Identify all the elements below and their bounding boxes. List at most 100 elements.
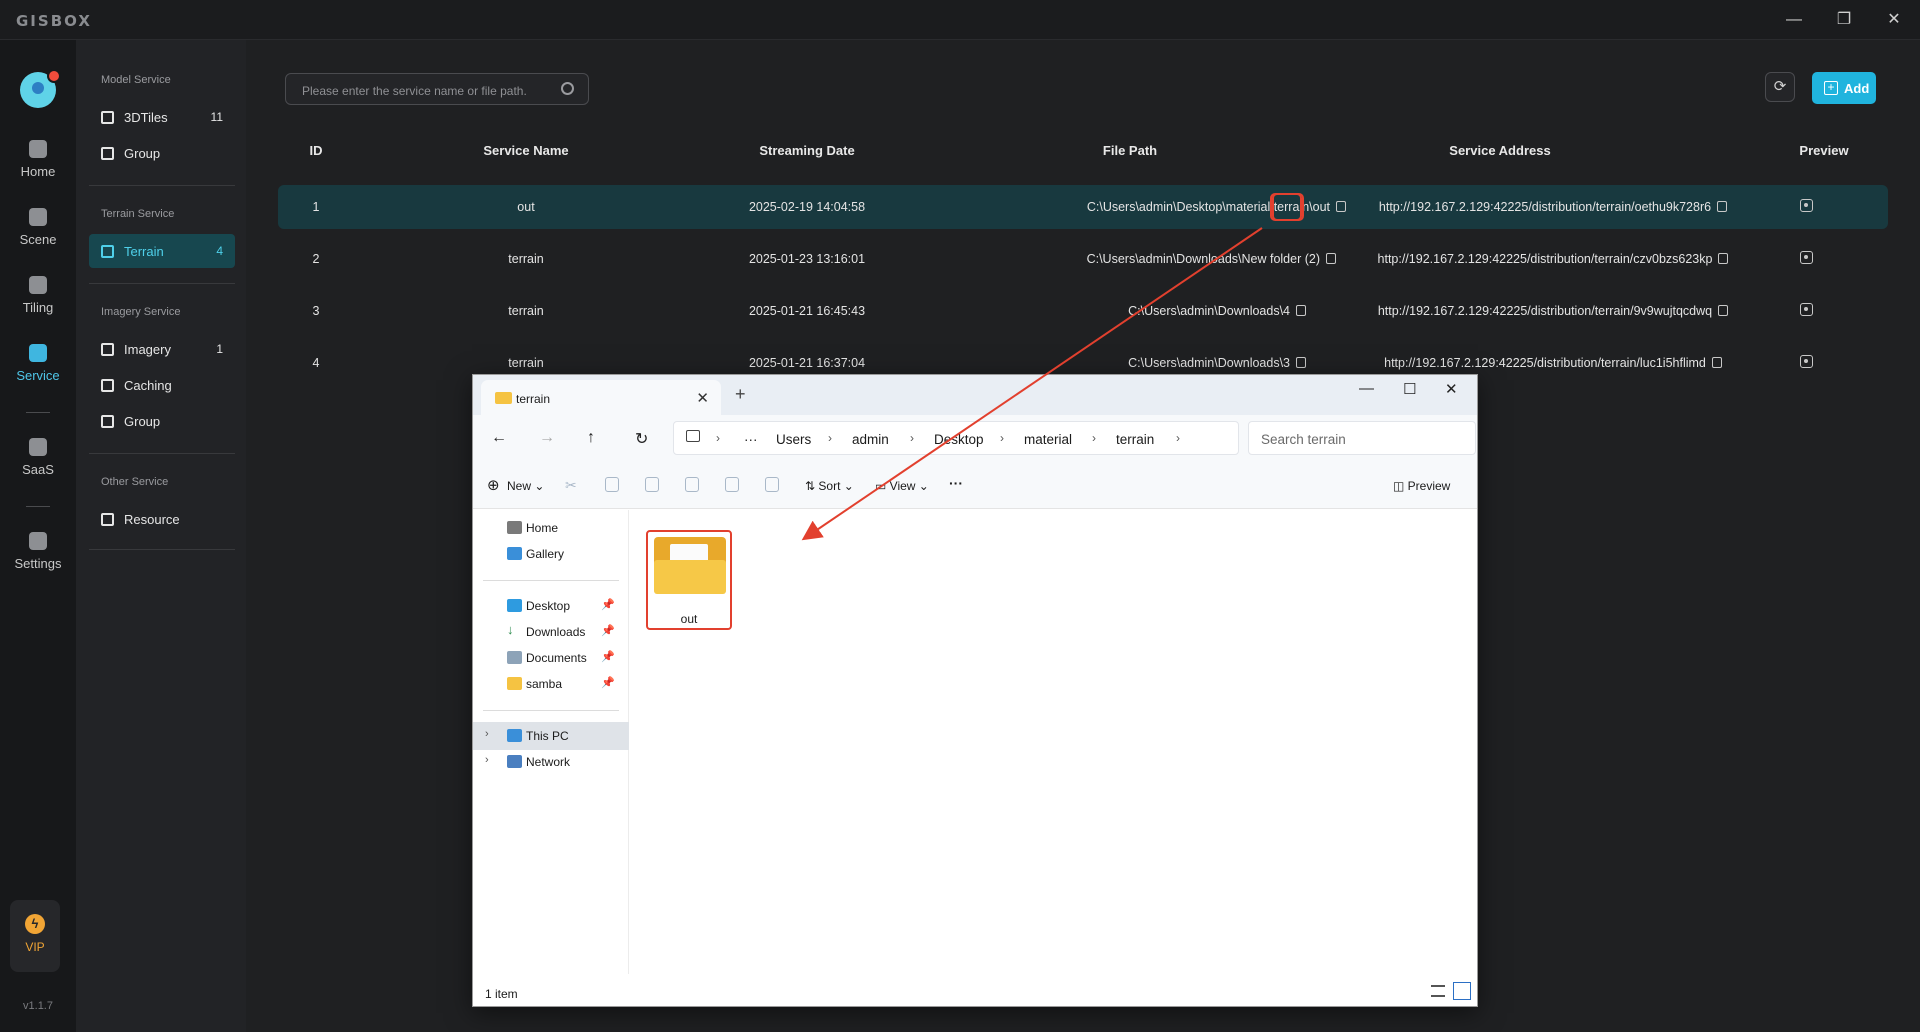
large-icons-view-icon[interactable] xyxy=(1453,982,1471,1000)
breadcrumb-item[interactable]: admin xyxy=(852,432,889,447)
delete-icon[interactable] xyxy=(765,477,779,492)
nav-item-network[interactable]: › Network xyxy=(473,748,629,776)
preview-icon[interactable] xyxy=(1800,251,1813,264)
sort-button[interactable]: ⇅ Sort ⌄ xyxy=(805,479,854,493)
file-path-highlight xyxy=(1272,193,1304,221)
group-icon xyxy=(101,147,114,160)
preview-pane-button[interactable]: ◫ Preview xyxy=(1393,479,1450,493)
rail-item-label: Service xyxy=(16,368,60,383)
search-placeholder: Please enter the service name or file pa… xyxy=(302,84,527,98)
back-arrow-icon[interactable]: ← xyxy=(491,429,507,447)
subnav-item-imagery-group[interactable]: Group xyxy=(89,404,235,438)
subnav-item-count: 4 xyxy=(216,244,223,258)
folder-item[interactable]: out xyxy=(646,530,732,630)
search-input[interactable]: Please enter the service name or file pa… xyxy=(285,73,589,105)
nav-item-downloads[interactable]: ↓ Downloads 📌 xyxy=(473,618,629,646)
service-address-text: http://192.167.2.129:42225/distribution/… xyxy=(1378,200,1712,214)
nav-item-this-pc[interactable]: › This PC xyxy=(473,722,629,750)
avatar[interactable] xyxy=(20,69,61,108)
breadcrumb[interactable]: › ··· Users › admin › Desktop › material… xyxy=(673,421,1239,455)
preview-icon[interactable] xyxy=(1800,355,1813,368)
explorer-minimize-button[interactable]: — xyxy=(1359,380,1374,397)
file-path-text: C:\Users\admin\Downloads\4 xyxy=(1128,304,1290,318)
caching-icon xyxy=(101,379,114,392)
preview-icon[interactable] xyxy=(1800,303,1813,316)
chevron-right-icon[interactable]: › xyxy=(485,754,489,766)
open-folder-icon[interactable] xyxy=(1296,357,1306,368)
subnav-item-model-group[interactable]: Group xyxy=(89,136,235,170)
rail-item-tiling[interactable]: Tiling xyxy=(0,276,76,315)
copy-icon[interactable] xyxy=(1717,201,1728,212)
rename-icon[interactable] xyxy=(685,477,699,492)
table-row[interactable]: 1 out 2025-02-19 14:04:58 C:\Users\admin… xyxy=(278,185,1888,229)
nav-item-documents[interactable]: Documents 📌 xyxy=(473,644,629,672)
nav-item-home[interactable]: Home xyxy=(473,514,629,542)
new-button[interactable]: New ⌄ xyxy=(507,479,544,493)
open-folder-icon[interactable] xyxy=(1326,253,1336,264)
copy-icon[interactable] xyxy=(1718,305,1729,316)
refresh-icon[interactable]: ↻ xyxy=(635,429,648,449)
view-button[interactable]: ▭ View ⌄ xyxy=(875,479,929,493)
explorer-navigation-pane: Home Gallery Desktop 📌 ↓ Downloads 📌 Docume… xyxy=(473,510,629,974)
rail-item-saas[interactable]: SaaS xyxy=(0,438,76,477)
explorer-status-bar: 1 item xyxy=(473,975,1477,1006)
new-tab-button[interactable]: + xyxy=(735,384,746,405)
service-address-text: http://192.167.2.129:42225/distribution/… xyxy=(1384,356,1706,370)
preview-icon[interactable] xyxy=(1800,199,1813,212)
rail-item-scene[interactable]: Scene xyxy=(0,208,76,247)
share-icon[interactable] xyxy=(725,477,739,492)
cell-service-address: http://192.167.2.129:42225/distribution/… xyxy=(1338,200,1768,214)
minimize-button[interactable]: — xyxy=(1776,8,1812,32)
nav-item-gallery[interactable]: Gallery xyxy=(473,540,629,568)
explorer-search-input[interactable]: Search terrain xyxy=(1248,421,1476,455)
subnav-item-resource[interactable]: Resource xyxy=(89,502,235,536)
chevron-right-icon[interactable]: › xyxy=(485,728,489,740)
subnav-item-3dtiles[interactable]: 3DTiles 11 xyxy=(89,100,235,134)
chevron-right-icon: › xyxy=(716,431,720,445)
explorer-tab[interactable]: terrain ✕ xyxy=(481,380,721,415)
breadcrumb-item[interactable]: material xyxy=(1024,432,1072,447)
subnav-item-imagery[interactable]: Imagery 1 xyxy=(89,332,235,366)
forward-arrow-icon[interactable]: → xyxy=(539,429,555,447)
restore-button[interactable]: ❐ xyxy=(1826,8,1862,32)
table-row[interactable]: 2 terrain 2025-01-23 13:16:01 C:\Users\a… xyxy=(278,237,1888,281)
nav-item-desktop[interactable]: Desktop 📌 xyxy=(473,592,629,620)
close-tab-icon[interactable]: ✕ xyxy=(696,389,709,407)
cell-file-path: C:\Users\admin\Downloads\3 xyxy=(918,356,1358,370)
nav-item-samba[interactable]: samba 📌 xyxy=(473,670,629,698)
copy-icon[interactable] xyxy=(1711,357,1722,368)
breadcrumb-item[interactable]: Desktop xyxy=(934,432,984,447)
paste-icon[interactable] xyxy=(645,477,659,492)
breadcrumb-item[interactable]: terrain xyxy=(1116,432,1154,447)
search-icon[interactable] xyxy=(561,82,574,95)
explorer-maximize-button[interactable]: ☐ xyxy=(1403,380,1416,398)
rail-item-home[interactable]: Home xyxy=(0,140,76,179)
open-folder-icon[interactable] xyxy=(1296,305,1306,316)
rail-item-label: Tiling xyxy=(22,300,54,315)
cut-icon[interactable]: ✂ xyxy=(565,477,579,493)
breadcrumb-more[interactable]: ··· xyxy=(744,432,758,447)
vip-button[interactable]: ϟ VIP xyxy=(10,900,60,972)
table-row[interactable]: 3 terrain 2025-01-21 16:45:43 C:\Users\a… xyxy=(278,289,1888,333)
tiling-icon xyxy=(29,276,47,294)
add-button[interactable]: + Add xyxy=(1812,72,1876,104)
explorer-close-button[interactable]: ✕ xyxy=(1445,380,1458,398)
desktop-icon xyxy=(507,599,522,612)
subnav-item-caching[interactable]: Caching xyxy=(89,368,235,402)
rail-item-label: SaaS xyxy=(22,462,54,477)
tab-title: terrain xyxy=(516,392,551,406)
rail-item-settings[interactable]: Settings xyxy=(0,532,76,571)
copy-icon[interactable] xyxy=(1718,253,1729,264)
refresh-button[interactable]: ⟳ xyxy=(1765,72,1795,102)
close-button[interactable]: ✕ xyxy=(1876,8,1912,32)
up-arrow-icon[interactable]: ↑ xyxy=(587,429,595,447)
subnav-item-terrain[interactable]: Terrain 4 xyxy=(89,234,235,268)
nav-divider xyxy=(483,580,619,581)
copy-icon[interactable] xyxy=(605,477,619,492)
cell-id: 1 xyxy=(312,200,320,214)
details-view-icon[interactable] xyxy=(1431,985,1445,997)
more-options-button[interactable]: ··· xyxy=(949,475,963,491)
rail-item-service[interactable]: Service xyxy=(0,344,76,383)
breadcrumb-item[interactable]: Users xyxy=(776,432,811,447)
cell-streaming-date: 2025-01-21 16:45:43 xyxy=(748,304,866,318)
